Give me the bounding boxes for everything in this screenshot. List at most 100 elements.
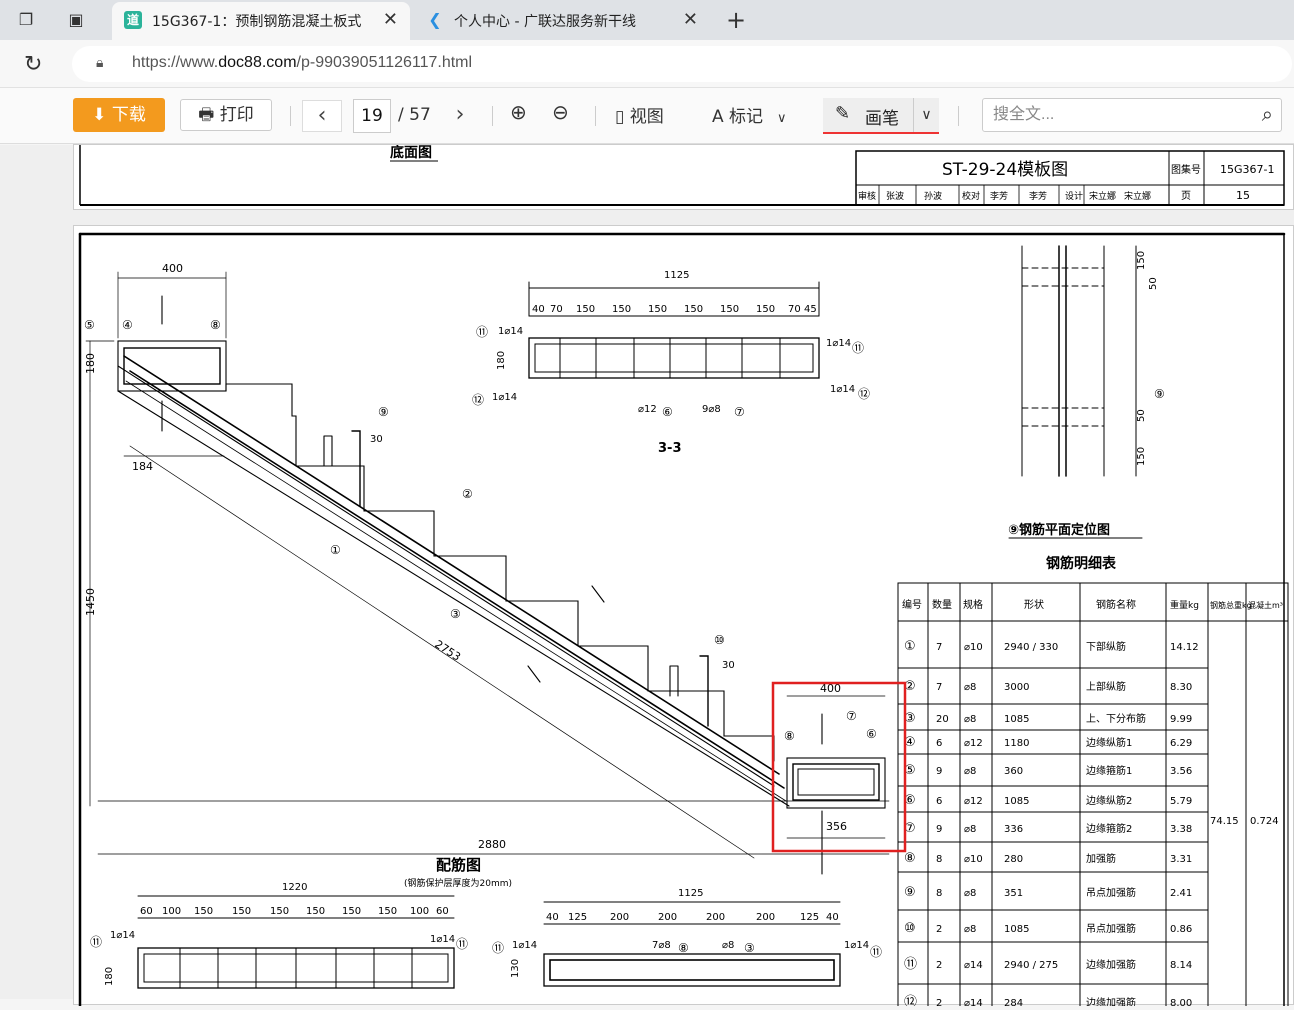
dim-bm-6: 125 bbox=[800, 912, 819, 923]
dim-bl-2: 150 bbox=[194, 906, 213, 917]
table-cell-wt: 8.00 bbox=[1170, 998, 1192, 1006]
callout-12-s33b: ⑫ bbox=[858, 387, 870, 401]
callout-11-bl2: ⑪ bbox=[456, 937, 468, 951]
dim-2753: 2753 bbox=[432, 638, 463, 664]
svg-text:校对: 校对 bbox=[962, 190, 980, 202]
print-button[interactable]: 🖶 打印 bbox=[180, 99, 272, 131]
workspaces-icon[interactable]: ❐ bbox=[14, 8, 38, 32]
mark-button[interactable]: A 标记 ∨ bbox=[712, 102, 787, 127]
vertical-tabs-icon[interactable]: ▣ bbox=[64, 8, 88, 32]
table-cell-no: ⑨ bbox=[904, 885, 916, 900]
callout-11-bl: ⑪ bbox=[90, 935, 102, 949]
table-cell-shape: 1085 bbox=[1004, 796, 1029, 807]
table-cell-no: ⑩ bbox=[904, 921, 916, 936]
table-cell-name: 下部纵筋 bbox=[1086, 640, 1126, 653]
table-cell-no: ⑫ bbox=[904, 995, 917, 1006]
callout-9: ⑨ bbox=[378, 405, 389, 419]
search-input[interactable] bbox=[993, 103, 1233, 127]
callout-2: ② bbox=[462, 487, 473, 501]
dim-bm-130: 130 bbox=[510, 959, 521, 978]
table-cell-shape: 1180 bbox=[1004, 738, 1029, 749]
dim-s33-4: 150 bbox=[648, 304, 667, 315]
page-number-input[interactable]: 19 bbox=[353, 99, 391, 133]
table-cell-qty: 2 bbox=[936, 924, 942, 935]
dim-bm-3: 200 bbox=[658, 912, 677, 923]
mark-icon: A bbox=[712, 107, 730, 127]
dim-1450: 1450 bbox=[84, 588, 97, 616]
pen-button[interactable]: ✎ 画笔 ∨ bbox=[823, 98, 939, 134]
callout-7-s33: ⑦ bbox=[734, 405, 745, 419]
chevron-down-icon: ∨ bbox=[777, 111, 787, 126]
table-cell-qty: 20 bbox=[936, 714, 949, 725]
next-page-button[interactable]: › bbox=[440, 100, 480, 132]
note-d12: ⌀12 bbox=[638, 404, 657, 415]
svg-text:宋立娜: 宋立娜 bbox=[1124, 190, 1151, 202]
svg-text:宋立娜: 宋立娜 bbox=[1089, 190, 1116, 202]
table-cell-spec: ⌀8 bbox=[964, 766, 976, 777]
callout-4: ④ bbox=[122, 318, 133, 332]
th-name: 钢筋名称 bbox=[1096, 598, 1136, 611]
note-1d14-a: 1⌀14 bbox=[498, 326, 523, 337]
page-label: 页 bbox=[1181, 190, 1191, 202]
callout-8-bm: ⑧ bbox=[678, 941, 689, 955]
callout-11-bm: ⑪ bbox=[492, 941, 504, 955]
search-icon[interactable]: ⌕ bbox=[1262, 102, 1273, 126]
page-19: 400 180 184 1450 2753 2880 356 400 ⑤ ④ ⑧… bbox=[73, 225, 1294, 1010]
dim-180: 180 bbox=[84, 353, 97, 374]
lock-icon[interactable]: 🔒︎ bbox=[96, 55, 103, 71]
download-button[interactable]: ⬇ 下载 bbox=[73, 98, 165, 132]
close-tab-icon[interactable]: ✕ bbox=[383, 9, 398, 30]
dim-400: 400 bbox=[162, 262, 183, 275]
atlas-label: 图集号 bbox=[1171, 163, 1201, 176]
table-cell-name: 上、下分布筋 bbox=[1086, 712, 1146, 725]
dim-s33-6: 150 bbox=[720, 304, 739, 315]
table-cell-spec: ⌀10 bbox=[964, 642, 983, 653]
zoom-in-icon[interactable]: ⊕ bbox=[510, 100, 527, 124]
note-bm-1d14b: 1⌀14 bbox=[844, 940, 869, 951]
callout-10: ⑩ bbox=[714, 633, 725, 647]
table-cell-qty: 2 bbox=[936, 998, 942, 1006]
doc88-favicon-icon: 道 bbox=[124, 11, 142, 29]
reinforcement-drawing: 400 180 184 1450 2753 2880 356 400 ⑤ ④ ⑧… bbox=[78, 232, 1289, 1010]
table-cell-spec: ⌀12 bbox=[964, 738, 983, 749]
view-icon: ▯ bbox=[615, 107, 630, 127]
callout-8: ⑧ bbox=[210, 318, 221, 332]
zoom-out-icon[interactable]: ⊖ bbox=[552, 100, 569, 124]
note-bm-1d14: 1⌀14 bbox=[512, 940, 537, 951]
tab-doc[interactable]: 道 15G367-1：预制钢筋混凝土板式 ✕ bbox=[112, 2, 410, 40]
table-cell-no: ⑧ bbox=[904, 851, 916, 866]
atlas-number: 15G367-1 bbox=[1220, 163, 1274, 176]
close-tab-icon[interactable]: ✕ bbox=[683, 9, 698, 30]
table-cell-shape: 280 bbox=[1004, 854, 1023, 865]
dim-s33-180: 180 bbox=[496, 351, 507, 370]
reload-icon[interactable]: ↻ bbox=[24, 52, 50, 78]
callout-9-plan: ⑨ bbox=[1154, 387, 1165, 401]
printer-icon: 🖶 bbox=[198, 105, 220, 125]
address-bar: ↻ 🔒︎ https://www.doc88.com/p-99039051126… bbox=[0, 40, 1294, 88]
document-viewer[interactable]: 底面图 ST-29-24模板图 图集号 15G367-1 页 15 审核 张波 … bbox=[0, 144, 1294, 1010]
callout-6: ⑥ bbox=[866, 727, 877, 741]
new-tab-icon[interactable]: + bbox=[722, 6, 750, 34]
drawing-title: ST-29-24模板图 bbox=[942, 160, 1068, 180]
plan-dim-150b: 150 bbox=[1136, 447, 1147, 466]
table-cell-spec: ⌀10 bbox=[964, 854, 983, 865]
table-cell-spec: ⌀8 bbox=[964, 924, 976, 935]
tab-strip: ❐ ▣ 道 15G367-1：预制钢筋混凝土板式 ✕ ❮ 个人中心 - 广联达服… bbox=[0, 0, 1294, 40]
dim-356: 356 bbox=[826, 820, 847, 833]
table-cell-wt: 5.79 bbox=[1170, 796, 1192, 807]
pen-dropdown-icon[interactable]: ∨ bbox=[913, 98, 939, 132]
search-box[interactable]: ⌕ bbox=[982, 98, 1282, 132]
note-bm-7d8: 7⌀8 bbox=[652, 940, 671, 951]
table-cell-wt: 0.86 bbox=[1170, 924, 1192, 935]
url-field[interactable]: 🔒︎ https://www.doc88.com/p-9903905112611… bbox=[72, 46, 1292, 82]
dim-bl-5: 150 bbox=[306, 906, 325, 917]
prev-page-button[interactable]: ‹ bbox=[302, 100, 342, 132]
dim-bm-4: 200 bbox=[706, 912, 725, 923]
note-30b: 30 bbox=[722, 660, 735, 671]
callout-8b: ⑧ bbox=[784, 729, 795, 743]
table-cell-wt: 14.12 bbox=[1170, 642, 1199, 653]
dim-bl-1: 100 bbox=[162, 906, 181, 917]
reinforcement-view-label: 配筋图 bbox=[436, 856, 481, 874]
tab-glodon[interactable]: ❮ 个人中心 - 广联达服务新干线 ✕ bbox=[414, 2, 710, 40]
view-button[interactable]: ▯ 视图 bbox=[615, 102, 664, 127]
